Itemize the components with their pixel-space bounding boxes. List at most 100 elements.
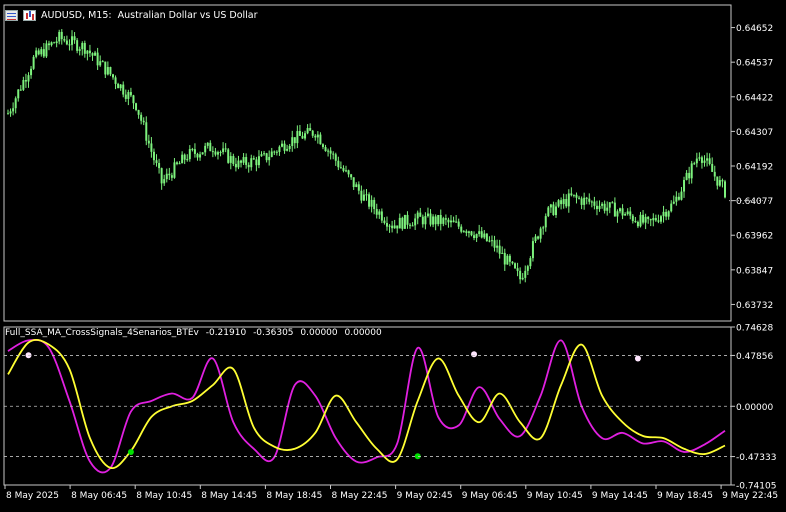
- candle-body: [260, 154, 263, 157]
- candle-body: [234, 163, 237, 168]
- candle-body: [96, 52, 99, 66]
- candle-body: [160, 168, 163, 184]
- candle-body: [255, 159, 258, 166]
- candle-body: [595, 205, 598, 210]
- candle-body: [514, 263, 517, 269]
- price-label: 0.64192: [736, 163, 773, 173]
- candle-body: [432, 216, 435, 225]
- candle-body: [624, 214, 627, 216]
- candle-body: [672, 201, 675, 204]
- candle-body: [608, 202, 611, 208]
- candle-body: [524, 270, 527, 278]
- candle-body: [485, 233, 488, 242]
- candle-body: [178, 163, 181, 165]
- candle-body: [275, 151, 278, 153]
- candle-body: [575, 194, 578, 198]
- candle-body: [703, 160, 706, 163]
- candle-body: [99, 61, 102, 66]
- candle-body: [457, 221, 460, 227]
- indicator-name: Full_SSA_MA_CrossSignals_4Senarios_BTEv: [5, 328, 199, 338]
- candle-body: [670, 203, 673, 212]
- candle-body: [473, 235, 476, 239]
- candle-body: [188, 149, 191, 160]
- candle-body: [104, 61, 107, 75]
- candle-body: [639, 214, 642, 227]
- candle-body: [298, 131, 301, 136]
- candle-body: [478, 231, 481, 235]
- candle-body: [529, 258, 532, 267]
- candle-body: [140, 114, 143, 121]
- candle-body: [467, 231, 470, 233]
- chart-type-icon[interactable]: [23, 9, 36, 21]
- candle-body: [50, 42, 53, 46]
- candle-body: [680, 191, 683, 200]
- candle-body: [73, 36, 76, 41]
- candle-body: [452, 220, 455, 223]
- candle-body: [155, 160, 158, 164]
- price-axis: 0.64652 0.64537 0.64422 0.64307 0.64192 0.640…: [729, 24, 773, 311]
- candle-body: [301, 135, 304, 139]
- symbol-list-icon[interactable]: [5, 9, 18, 21]
- candle-body: [380, 211, 383, 221]
- candle-body: [683, 179, 686, 192]
- time-label: 8 May 22:45: [331, 491, 387, 501]
- candle-body: [562, 199, 565, 205]
- candle-body: [283, 143, 286, 151]
- candle-body: [309, 128, 312, 131]
- candle-body: [314, 135, 317, 138]
- candle-body: [455, 221, 458, 223]
- candle-body: [606, 207, 609, 211]
- price-label: 0.63962: [736, 232, 773, 242]
- candle-body: [539, 228, 542, 239]
- candle-body: [521, 277, 524, 280]
- candle-body: [27, 75, 30, 82]
- candle-body: [501, 252, 504, 254]
- candle-body: [135, 103, 138, 110]
- candle-body: [375, 209, 378, 215]
- candle-body: [114, 77, 117, 84]
- candle-body: [211, 151, 214, 153]
- candle-body: [519, 270, 522, 280]
- indicator-value-3: 0.00000: [300, 328, 338, 338]
- candle-body: [206, 142, 209, 146]
- candle-body: [368, 194, 371, 207]
- candle-body: [442, 218, 445, 224]
- candle-body: [406, 214, 409, 225]
- candle-body: [713, 171, 716, 177]
- candle-body: [424, 216, 427, 225]
- candle-body: [280, 143, 283, 147]
- candle-body: [434, 216, 437, 225]
- candle-body: [619, 208, 622, 212]
- candle-body: [268, 156, 271, 161]
- candle-body: [416, 212, 419, 219]
- candle-body: [659, 216, 662, 222]
- candle-body: [40, 49, 43, 55]
- candle-body: [698, 157, 701, 159]
- time-label: 9 May 06:45: [462, 491, 518, 501]
- time-label: 9 May 22:45: [722, 491, 778, 501]
- candle-body: [583, 197, 586, 205]
- candle-body: [360, 190, 363, 201]
- candle-body: [388, 225, 391, 227]
- candle-body: [419, 212, 422, 217]
- candle-body: [170, 175, 173, 178]
- candle-body: [634, 221, 637, 223]
- candle-body: [327, 150, 330, 152]
- candle-body: [439, 214, 442, 224]
- chart-canvas[interactable]: 0.64652 0.64537 0.64422 0.64307 0.64192 0.640…: [0, 0, 786, 508]
- candle-body: [204, 145, 207, 153]
- candle-body: [570, 193, 573, 196]
- candle-body: [17, 89, 20, 99]
- candle-body: [652, 218, 655, 221]
- candle-body: [242, 157, 245, 163]
- candle-body: [119, 84, 122, 89]
- candle-body: [398, 217, 401, 229]
- candle-body: [65, 40, 68, 45]
- candle-body: [542, 227, 545, 229]
- candle-body: [567, 193, 570, 207]
- candle-body: [437, 214, 440, 225]
- candle-body: [240, 160, 243, 163]
- candle-body: [526, 266, 529, 271]
- candle-body: [214, 151, 217, 155]
- candle-body: [145, 122, 148, 141]
